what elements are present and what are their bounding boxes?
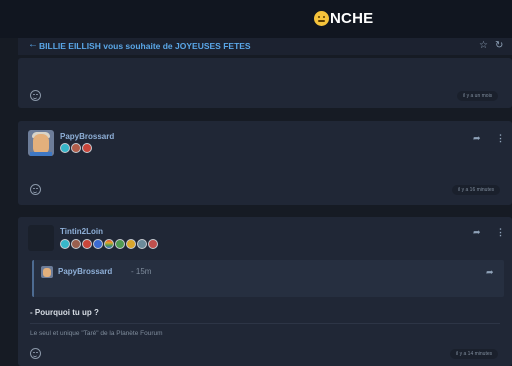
avatar[interactable] (28, 130, 54, 156)
avatar[interactable] (28, 225, 54, 251)
share-arrow-icon[interactable]: ➦ (473, 133, 481, 144)
badge-icon (60, 239, 70, 249)
badge-icon (148, 239, 158, 249)
post-author[interactable]: PapyBrossard (60, 132, 114, 141)
share-arrow-icon[interactable]: ➦ (473, 227, 481, 238)
post-timestamp: il y a 14 minutes (450, 349, 499, 359)
badge-icon (126, 239, 136, 249)
post-card: il y a un mois (18, 58, 512, 108)
divider (30, 323, 500, 324)
badge-icon (60, 143, 70, 153)
smiley-face-icon (314, 11, 329, 26)
add-reaction-icon[interactable] (30, 184, 41, 195)
post-message: - Pourquoi tu up ? (30, 308, 99, 317)
user-badges (60, 143, 92, 153)
top-bar: NCHE (0, 0, 512, 38)
logo-text: NCHE (330, 10, 374, 27)
avatar (41, 266, 53, 278)
add-reaction-icon[interactable] (30, 348, 41, 359)
share-arrow-icon[interactable]: ➦ (486, 267, 494, 278)
quote-author: PapyBrossard (58, 267, 113, 276)
user-badges (60, 239, 158, 249)
refresh-icon[interactable]: ↻ (495, 40, 503, 51)
post-timestamp: il y a 16 minutes (452, 185, 501, 195)
more-vertical-icon[interactable]: ⋮ (496, 133, 505, 144)
post-timestamp: il y a un mois (457, 91, 499, 101)
star-icon[interactable]: ☆ (479, 40, 488, 51)
topic-title[interactable]: BILLIE EILLISH vous souhaite de JOYEUSES… (39, 41, 251, 51)
site-logo[interactable]: NCHE (314, 10, 373, 27)
topic-title-bar: ← BILLIE EILLISH vous souhaite de JOYEUS… (18, 38, 512, 55)
badge-icon (82, 239, 92, 249)
post-author[interactable]: Tintin2Loin (60, 227, 103, 236)
post-card: Tintin2Loin ➦ ⋮ PapyBrossard - 15m ➦ - P… (18, 217, 512, 366)
more-vertical-icon[interactable]: ⋮ (496, 227, 505, 238)
post-card: PapyBrossard ➦ ⋮ il y a 16 minutes (18, 121, 512, 205)
quote-time: - 15m (131, 267, 152, 276)
badge-icon (82, 143, 92, 153)
user-signature: Le seul et unique "Taré" de la Planète F… (30, 330, 163, 337)
quoted-message[interactable]: PapyBrossard - 15m ➦ (32, 260, 504, 297)
badge-icon (71, 239, 81, 249)
badge-icon (71, 143, 81, 153)
arrow-left-icon[interactable]: ← (28, 39, 38, 50)
badge-icon (104, 239, 114, 249)
badge-icon (115, 239, 125, 249)
badge-icon (137, 239, 147, 249)
add-reaction-icon[interactable] (30, 90, 41, 101)
badge-icon (93, 239, 103, 249)
